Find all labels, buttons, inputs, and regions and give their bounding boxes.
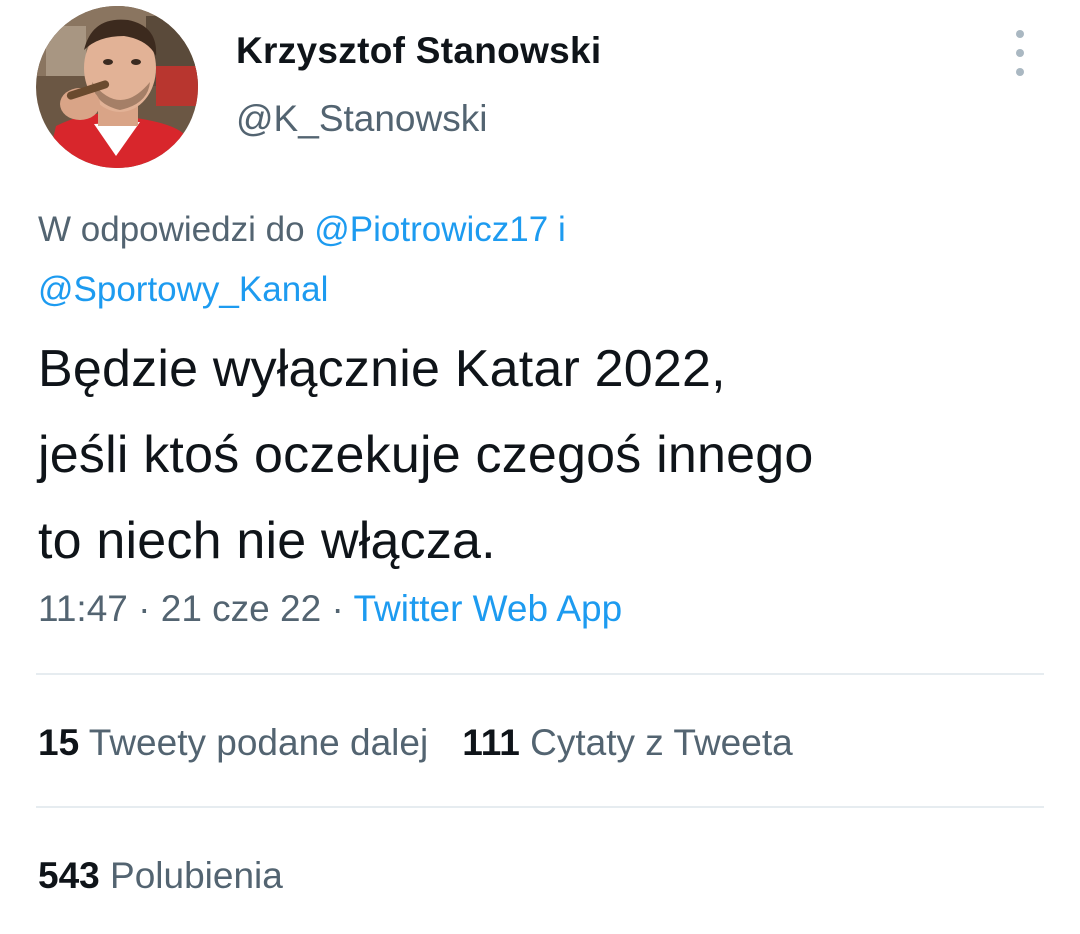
tweet-meta: 11:47 · 21 cze 22 · Twitter Web App — [38, 588, 622, 630]
likes-label: Polubienia — [110, 855, 283, 896]
retweets-label: Tweety podane dalej — [88, 722, 429, 763]
tweet-date[interactable]: 21 cze 22 — [161, 588, 321, 629]
more-dot — [1016, 68, 1024, 76]
tweet-time[interactable]: 11:47 — [38, 588, 128, 629]
reply-prefix: W odpowiedzi do — [38, 210, 305, 249]
retweets-stat[interactable]: 15 Tweety podane dalej — [38, 722, 428, 763]
tweet-text-line: Będzie wyłącznie Katar 2022, — [38, 340, 726, 398]
tweet-detail: Krzysztof Stanowski @K_Stanowski W odpow… — [0, 0, 1080, 934]
meta-separator: · — [138, 588, 151, 629]
more-vertical-icon[interactable] — [1002, 30, 1038, 76]
avatar[interactable] — [36, 6, 198, 168]
divider — [36, 806, 1044, 808]
meta-separator: · — [331, 588, 344, 629]
quotes-label: Cytaty z Tweeta — [530, 722, 793, 763]
tweet-text-line: to niech nie włącza. — [38, 512, 496, 570]
author-handle[interactable]: @K_Stanowski — [236, 98, 487, 140]
reply-context: W odpowiedzi do @Piotrowicz17 i @Sportow… — [38, 200, 1038, 320]
more-dot — [1016, 30, 1024, 38]
reply-mention-piotrowicz[interactable]: @Piotrowicz17 — [314, 210, 548, 249]
tweet-text: Będzie wyłącznie Katar 2022, jeśli ktoś … — [38, 326, 1048, 584]
likes-stat[interactable]: 543 Polubienia — [38, 855, 283, 896]
reply-mention-sportowy[interactable]: @Sportowy_Kanal — [38, 270, 328, 309]
tweet-text-line: jeśli ktoś oczekuje czegoś innego — [38, 426, 814, 484]
author-name[interactable]: Krzysztof Stanowski — [236, 30, 602, 72]
reply-conjunction: i — [557, 210, 566, 249]
stats-row: 15 Tweety podane dalej 111 Cytaty z Tweet… — [38, 722, 793, 764]
quotes-stat[interactable]: 111 Cytaty z Tweeta — [462, 722, 792, 763]
avatar-image — [36, 6, 198, 168]
retweets-count: 15 — [38, 722, 80, 763]
likes-row: 543 Polubienia — [38, 855, 283, 897]
more-dot — [1016, 49, 1024, 57]
divider — [36, 673, 1044, 675]
tweet-source-link[interactable]: Twitter Web App — [353, 588, 622, 629]
likes-count: 543 — [38, 855, 100, 896]
quotes-count: 111 — [462, 722, 520, 763]
